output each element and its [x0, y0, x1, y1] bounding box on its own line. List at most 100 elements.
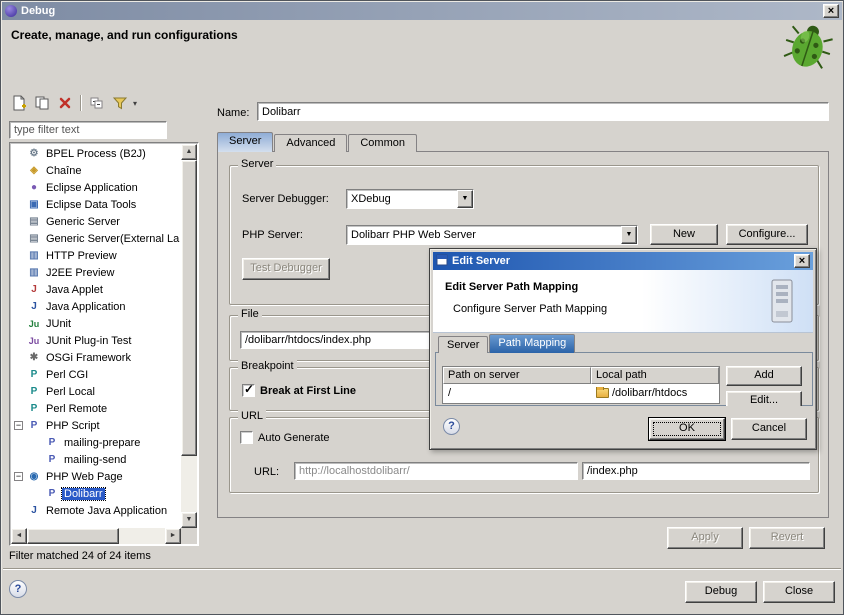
mapping-table-row[interactable]: //dolibarr/htdocs: [443, 384, 719, 401]
tree-item-junit[interactable]: JuJUnit: [11, 315, 181, 332]
close-button[interactable]: Close: [763, 581, 835, 603]
test-debugger-button: Test Debugger: [242, 258, 330, 280]
tree-item-mailing-send[interactable]: Pmailing-send: [11, 451, 181, 468]
tree-item-label: HTTP Preview: [44, 250, 119, 262]
filter-icon[interactable]: [110, 93, 130, 113]
path-on-server-cell: /: [443, 387, 591, 399]
horizontal-scroll-thumb[interactable]: [27, 528, 119, 544]
dialog-banner: Edit Server Path Mapping Configure Serve…: [433, 270, 813, 333]
php-file-icon: P: [45, 437, 59, 448]
duplicate-configuration-icon[interactable]: [32, 93, 52, 113]
url-path-input[interactable]: [582, 462, 810, 480]
tree-item-label: PHP Web Page: [44, 471, 125, 483]
tree-item-http-preview[interactable]: ▥HTTP Preview: [11, 247, 181, 264]
server-debugger-combo[interactable]: XDebug ▼: [346, 189, 474, 209]
delete-configuration-icon[interactable]: [55, 93, 75, 113]
bpel-process-icon: ⚙: [27, 148, 41, 159]
tab-common[interactable]: Common: [348, 134, 417, 152]
dialog-close-icon[interactable]: ×: [794, 254, 810, 268]
column-local-path[interactable]: Local path: [591, 367, 719, 384]
php-script-icon: P: [27, 420, 41, 431]
tree-item-generic-server[interactable]: ▤Generic Server: [11, 213, 181, 230]
osgi-icon: ✱: [27, 352, 41, 363]
ok-button[interactable]: OK: [649, 418, 725, 440]
tree-item-java-application[interactable]: JJava Application: [11, 298, 181, 315]
cancel-button[interactable]: Cancel: [731, 418, 807, 440]
scroll-right-icon[interactable]: ►: [165, 528, 181, 544]
tree-item-label: Eclipse Data Tools: [44, 199, 138, 211]
tree-item-php-script[interactable]: −PPHP Script: [11, 417, 181, 434]
configure-server-button[interactable]: Configure...: [726, 224, 808, 245]
path-mapping-table: Path on server Local path //dolibarr/htd…: [442, 366, 720, 404]
vertical-scroll-thumb[interactable]: [181, 160, 197, 456]
filter-menu-arrow-icon[interactable]: ▾: [133, 99, 137, 108]
tree-item-cha-ne[interactable]: ◈Chaîne: [11, 162, 181, 179]
tree-item-bpel-process-b2j[interactable]: ⚙BPEL Process (B2J): [11, 145, 181, 162]
mapping-table-body: //dolibarr/htdocs: [443, 384, 719, 401]
filter-status-text: Filter matched 24 of 24 items: [9, 550, 151, 562]
tree-item-label: OSGi Framework: [44, 352, 133, 364]
chaine-icon: ◈: [27, 165, 41, 176]
filter-input[interactable]: [9, 121, 167, 139]
tree-horizontal-scrollbar[interactable]: ◄ ►: [11, 528, 181, 544]
perl-cgi-icon: P: [27, 369, 41, 380]
tree-item-remote-java-application[interactable]: JRemote Java Application: [11, 502, 181, 519]
dialog-help-icon[interactable]: ?: [443, 418, 460, 435]
name-input[interactable]: [257, 102, 829, 121]
tree-item-perl-remote[interactable]: PPerl Remote: [11, 400, 181, 417]
php-file-icon: P: [45, 488, 59, 499]
tree-item-perl-cgi[interactable]: PPerl CGI: [11, 366, 181, 383]
url-base-input[interactable]: [294, 462, 578, 480]
scrollbar-corner: [181, 528, 197, 544]
dialog-banner-title: Edit Server Path Mapping: [445, 281, 578, 293]
tree-vertical-scrollbar[interactable]: ▲ ▼: [181, 144, 197, 528]
new-configuration-icon[interactable]: [9, 93, 29, 113]
tree-item-junit-plug-in-test[interactable]: JuJUnit Plug-in Test: [11, 332, 181, 349]
debug-button[interactable]: Debug: [685, 581, 757, 603]
dialog-tab-path-mapping[interactable]: Path Mapping: [489, 334, 575, 353]
tree-item-mailing-prepare[interactable]: Pmailing-prepare: [11, 434, 181, 451]
tree-item-dolibarr[interactable]: PDolibarr: [11, 485, 181, 502]
server-group-title: Server: [238, 158, 276, 170]
collapse-all-icon[interactable]: [87, 93, 107, 113]
tree-item-php-web-page[interactable]: −◉PHP Web Page: [11, 468, 181, 485]
junit-icon: Ju: [27, 319, 41, 329]
config-tabs: Server Advanced Common: [217, 132, 418, 152]
dialog-tab-server[interactable]: Server: [438, 336, 488, 353]
dropdown-arrow-icon[interactable]: ▼: [457, 190, 473, 208]
tree-collapse-icon[interactable]: −: [14, 472, 23, 481]
dropdown-arrow-icon[interactable]: ▼: [621, 226, 637, 244]
tree-collapse-icon[interactable]: −: [14, 421, 23, 430]
sidebar-toolbar: ▾: [9, 92, 137, 114]
tree-item-java-applet[interactable]: JJava Applet: [11, 281, 181, 298]
breakpoint-group-title: Breakpoint: [238, 360, 297, 372]
tree-item-label: Remote Java Application: [44, 505, 169, 517]
tree-item-label: mailing-send: [62, 454, 128, 466]
auto-generate-checkbox[interactable]: [240, 431, 253, 444]
tree-item-osgi-framework[interactable]: ✱OSGi Framework: [11, 349, 181, 366]
scroll-up-icon[interactable]: ▲: [181, 144, 197, 160]
tree-item-eclipse-application[interactable]: ●Eclipse Application: [11, 179, 181, 196]
add-mapping-button[interactable]: Add: [726, 366, 802, 386]
tree-item-label: PHP Script: [44, 420, 102, 432]
tree-item-generic-server-external-la[interactable]: ▤Generic Server(External La: [11, 230, 181, 247]
scroll-down-icon[interactable]: ▼: [181, 512, 197, 528]
php-server-value: Dolibarr PHP Web Server: [347, 226, 621, 244]
tree-item-label: Generic Server(External La: [44, 233, 181, 245]
window-close-icon[interactable]: ×: [823, 4, 839, 18]
help-icon[interactable]: ?: [9, 580, 27, 598]
tree-item-j2ee-preview[interactable]: ▥J2EE Preview: [11, 264, 181, 281]
break-first-line-checkbox[interactable]: [242, 384, 255, 397]
tab-server[interactable]: Server: [217, 132, 273, 152]
scroll-left-icon[interactable]: ◄: [11, 528, 27, 544]
url-group-title: URL: [238, 410, 266, 422]
tree-item-perl-local[interactable]: PPerl Local: [11, 383, 181, 400]
php-server-combo[interactable]: Dolibarr PHP Web Server ▼: [346, 225, 638, 245]
tab-advanced[interactable]: Advanced: [274, 134, 347, 152]
tree-item-eclipse-data-tools[interactable]: ▣Eclipse Data Tools: [11, 196, 181, 213]
new-server-button[interactable]: New: [650, 224, 718, 245]
tree-item-label: Java Application: [44, 301, 128, 313]
eclipse-application-icon: ●: [27, 182, 41, 193]
column-path-on-server[interactable]: Path on server: [443, 367, 591, 384]
tree-item-label: Perl CGI: [44, 369, 90, 381]
